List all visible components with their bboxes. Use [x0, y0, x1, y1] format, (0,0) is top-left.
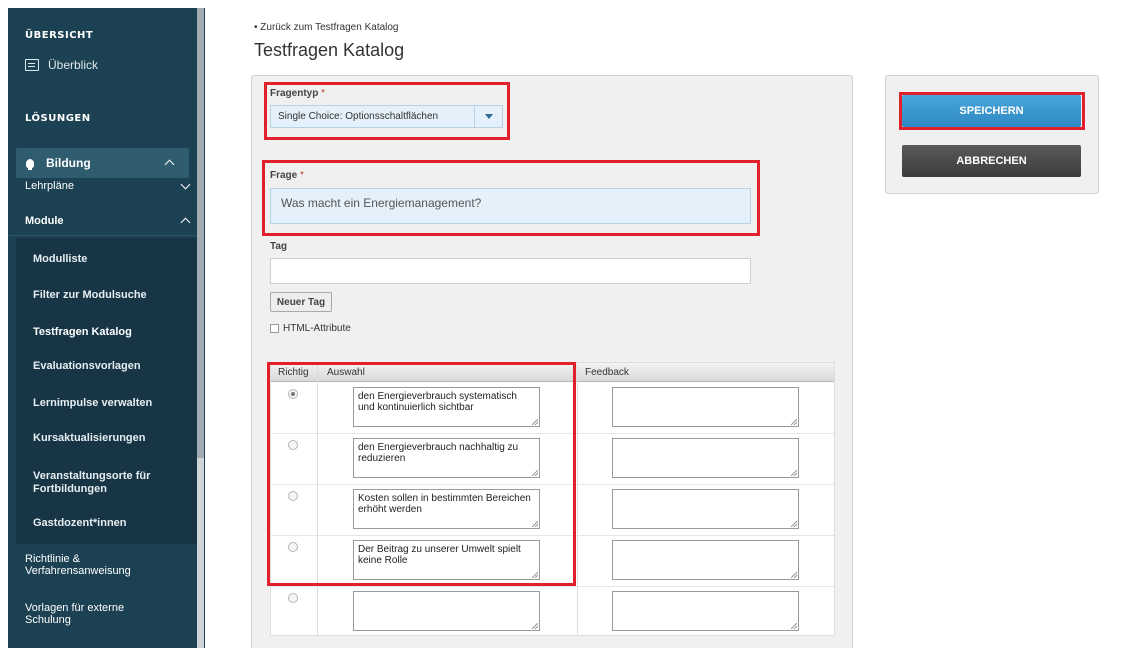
fragentyp-label: Fragentyp * [270, 88, 326, 99]
sidebar-item-module[interactable]: Module [8, 206, 205, 236]
section-overview-heading: ÜBERSICHT [25, 30, 94, 41]
feedback-textarea[interactable] [612, 540, 799, 580]
sidebar-item-gastdozenten[interactable]: Gastdozent*innen [33, 517, 127, 530]
breadcrumb[interactable]: • Zurück zum Testfragen Katalog [254, 22, 399, 33]
table-row [271, 587, 834, 638]
correct-radio[interactable] [288, 542, 298, 552]
choice-textarea[interactable]: den Energieverbrauch nachhaltig zu reduz… [353, 438, 540, 478]
cancel-button[interactable]: ABBRECHEN [902, 145, 1081, 177]
choice-textarea[interactable]: Kosten sollen in bestimmten Bereichen er… [353, 489, 540, 529]
answers-table: Richtig Auswahl Feedback den Energieverb… [270, 362, 835, 636]
sidebar-item-vorlagen-externe-schulung[interactable]: Vorlagen für externe Schulung [25, 602, 155, 626]
new-tag-button[interactable]: Neuer Tag [270, 292, 332, 312]
sidebar-item-lernimpulse[interactable]: Lernimpulse verwalten [33, 397, 152, 410]
frage-input[interactable]: Was macht ein Energiemanagement? [270, 188, 751, 224]
feedback-textarea[interactable] [612, 438, 799, 478]
sidebar-item-veranstaltungsorte[interactable]: Veranstaltungsorte für Fortbildungen [33, 470, 173, 496]
sidebar-item-label: Module [25, 214, 64, 227]
sidebar-item-testfragen-katalog[interactable]: Testfragen Katalog [33, 326, 132, 339]
module-submenu [16, 238, 197, 544]
save-button[interactable]: SPEICHERN [902, 95, 1081, 127]
sidebar-item-label: Bildung [46, 156, 91, 170]
chevron-down-icon [180, 179, 191, 190]
page-title: Testfragen Katalog [254, 40, 405, 60]
fragentyp-select[interactable]: Single Choice: Optionsschaltflächen [270, 105, 503, 128]
sidebar-item-kursaktualisierungen[interactable]: Kursaktualisierungen [33, 432, 145, 445]
column-header-feedback: Feedback [585, 367, 629, 378]
correct-radio[interactable] [288, 389, 298, 399]
monitor-icon [25, 59, 39, 71]
dropdown-arrow-icon[interactable] [474, 106, 502, 127]
html-attribute-checkbox[interactable] [270, 324, 279, 333]
sidebar-item-label: Lehrpläne [25, 180, 74, 192]
correct-radio[interactable] [288, 593, 298, 603]
sidebar-item-richtlinie[interactable]: Richtlinie & Verfahrensanweisung [25, 553, 145, 577]
fragentyp-value: Single Choice: Optionsschaltflächen [278, 111, 439, 122]
section-solutions-heading: LÖSUNGEN [25, 113, 91, 124]
sidebar-item-lehrplaene[interactable]: Lehrpläne [8, 171, 205, 201]
table-row: den Energieverbrauch systematisch und ko… [271, 383, 834, 434]
feedback-textarea[interactable] [612, 489, 799, 529]
chevron-up-icon [164, 159, 175, 170]
sidebar-item-modulliste[interactable]: Modulliste [33, 253, 87, 266]
choice-textarea[interactable]: Der Beitrag zu unserer Umwelt spielt kei… [353, 540, 540, 580]
table-row: Der Beitrag zu unserer Umwelt spielt kei… [271, 536, 834, 587]
table-row: den Energieverbrauch nachhaltig zu reduz… [271, 434, 834, 485]
column-header-choice: Auswahl [327, 367, 365, 378]
column-header-correct: Richtig [278, 367, 309, 378]
correct-radio[interactable] [288, 440, 298, 450]
tag-input[interactable] [270, 258, 751, 284]
sidebar-scrollbar[interactable] [197, 8, 204, 648]
scrollbar-thumb[interactable] [197, 8, 204, 458]
choice-textarea[interactable] [353, 591, 540, 631]
sidebar-item-label: Überblick [48, 58, 99, 72]
sidebar-item-filter-modulsuche[interactable]: Filter zur Modulsuche [33, 289, 147, 302]
feedback-textarea[interactable] [612, 387, 799, 427]
html-attribute-label: HTML-Attribute [283, 323, 351, 334]
frage-label: Frage * [270, 170, 304, 181]
table-row: Kosten sollen in bestimmten Bereichen er… [271, 485, 834, 536]
table-header: Richtig Auswahl Feedback [271, 363, 834, 382]
tag-label: Tag [270, 241, 288, 252]
back-link[interactable]: • Zurück zum Testfragen Katalog [254, 22, 399, 33]
sidebar: ÜBERSICHT Überblick LÖSUNGEN Bildung Leh… [8, 8, 205, 648]
choice-textarea[interactable]: den Energieverbrauch systematisch und ko… [353, 387, 540, 427]
sidebar-item-overview[interactable]: Überblick [25, 58, 195, 72]
lightbulb-icon [26, 158, 34, 170]
feedback-textarea[interactable] [612, 591, 799, 631]
sidebar-item-evaluationsvorlagen[interactable]: Evaluationsvorlagen [33, 360, 141, 373]
correct-radio[interactable] [288, 491, 298, 501]
chevron-up-icon [180, 217, 191, 227]
